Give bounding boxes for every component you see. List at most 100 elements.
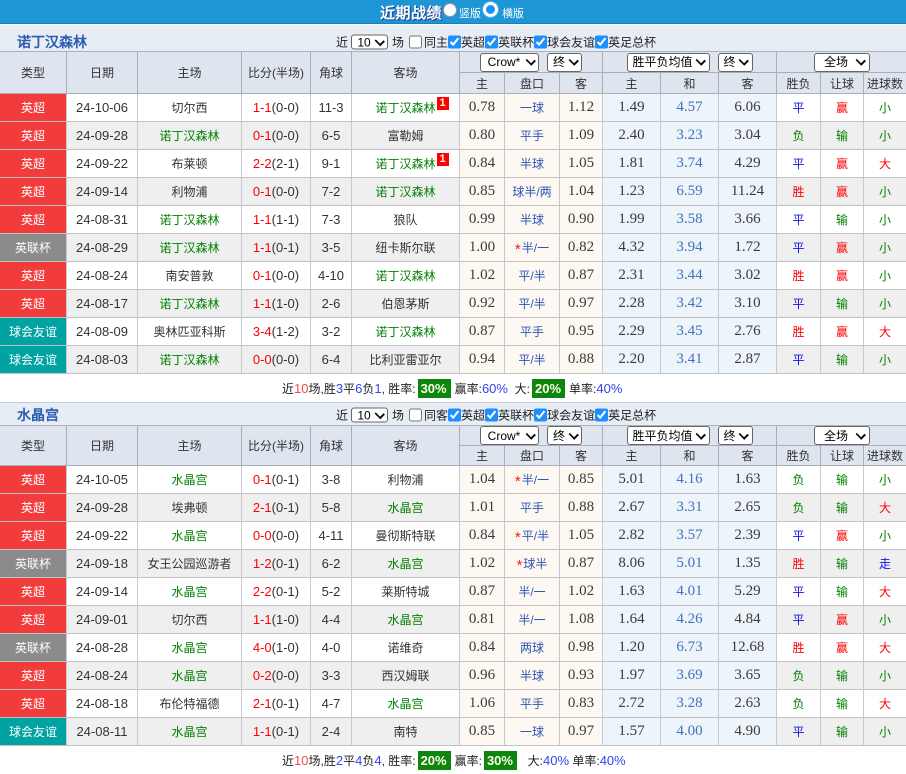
- home-team[interactable]: 诺丁汉森林: [138, 122, 242, 150]
- ah-home-odds: 1.06: [460, 690, 505, 718]
- league-badge: 球会友谊: [0, 318, 67, 346]
- period-select[interactable]: 全场: [813, 426, 870, 445]
- league-checkbox-球会友谊[interactable]: [534, 408, 548, 422]
- away-team[interactable]: 曼彻斯特联: [352, 522, 460, 550]
- league-checkbox-英足总杯[interactable]: [595, 408, 609, 422]
- avg-draw-odds: 3.45: [661, 318, 719, 346]
- score-fulltime: 2-2: [252, 584, 272, 599]
- match-count-select[interactable]: 10: [351, 34, 389, 50]
- bookmaker-select[interactable]: Crow*: [480, 426, 539, 445]
- red-card-count: 1: [436, 97, 449, 110]
- away-team[interactable]: 水晶宫: [352, 690, 460, 718]
- home-team[interactable]: 埃弗顿: [138, 494, 242, 522]
- team-name-wrap: 诺丁汉森林: [375, 267, 435, 284]
- away-team[interactable]: 水晶宫: [352, 550, 460, 578]
- away-team[interactable]: 南特: [352, 718, 460, 746]
- home-team[interactable]: 诺丁汉森林: [138, 290, 242, 318]
- away-team[interactable]: 西汉姆联: [352, 662, 460, 690]
- same-venue-checkbox[interactable]: [409, 408, 423, 422]
- match-score: 0-2(0-0): [242, 662, 311, 690]
- home-team[interactable]: 水晶宫: [138, 466, 242, 494]
- match-row: 英联杯 24-09-18 女王公园巡游者 1-2(0-1) 6-2 水晶宫 1.…: [0, 550, 906, 578]
- league-badge: 英超: [0, 290, 67, 318]
- away-team[interactable]: 莱斯特城: [352, 578, 460, 606]
- home-team[interactable]: 水晶宫: [138, 634, 242, 662]
- avg-home-odds: 2.29: [603, 318, 661, 346]
- home-team[interactable]: 布莱顿: [138, 150, 242, 178]
- team-name-wrap: 布伦特福德: [159, 695, 219, 712]
- away-team[interactable]: 水晶宫: [352, 606, 460, 634]
- home-team[interactable]: 切尔西: [138, 94, 242, 122]
- score-fulltime: 1-2: [252, 556, 272, 571]
- home-team[interactable]: 切尔西: [138, 606, 242, 634]
- team-name-wrap: 水晶宫: [171, 639, 207, 656]
- away-team[interactable]: 诺丁汉森林 1: [352, 150, 460, 178]
- ah-away-odds: 0.93: [560, 662, 603, 690]
- league-checkbox-英联杯[interactable]: [485, 408, 499, 422]
- ah-line-text: 平手: [519, 325, 544, 339]
- away-team[interactable]: 诺丁汉森林: [352, 178, 460, 206]
- layout-radio-horizontal[interactable]: [483, 2, 498, 17]
- home-team[interactable]: 诺丁汉森林: [138, 234, 242, 262]
- away-team[interactable]: 水晶宫: [352, 494, 460, 522]
- away-team[interactable]: 诺丁汉森林 1: [352, 94, 460, 122]
- avg-odds-select[interactable]: 胜平负均值: [626, 52, 710, 72]
- league-checkbox-英超[interactable]: [448, 408, 462, 422]
- match-count-select[interactable]: 10: [351, 407, 389, 423]
- result-wdl: 胜: [777, 262, 821, 290]
- away-team[interactable]: 富勒姆: [352, 122, 460, 150]
- home-team[interactable]: 水晶宫: [138, 718, 242, 746]
- home-team[interactable]: 奥林匹亚科斯: [138, 318, 242, 346]
- home-team[interactable]: 女王公园巡游者: [138, 550, 242, 578]
- away-team[interactable]: 纽卡斯尔联: [352, 234, 460, 262]
- home-team[interactable]: 诺丁汉森林: [138, 206, 242, 234]
- avg-home-odds: 1.64: [603, 606, 661, 634]
- home-team[interactable]: 利物浦: [138, 178, 242, 206]
- away-team[interactable]: 诺维奇: [352, 634, 460, 662]
- ah-line: 球半/两: [505, 178, 560, 206]
- avg-odds-select[interactable]: 胜平负均值: [626, 426, 710, 445]
- away-team[interactable]: 比利亚雷亚尔: [352, 346, 460, 374]
- match-date: 24-08-31: [67, 206, 138, 234]
- summary-text: 1: [374, 380, 382, 396]
- home-team[interactable]: 南安普敦: [138, 262, 242, 290]
- match-filters: 近 10 场 同主 英超 英联杯 球会友谊 英足总杯: [336, 34, 656, 51]
- result-wdl: 平: [777, 578, 821, 606]
- home-team[interactable]: 水晶宫: [138, 522, 242, 550]
- corners: 6-2: [311, 550, 352, 578]
- home-team[interactable]: 布伦特福德: [138, 690, 242, 718]
- avg-time-select[interactable]: 终: [717, 52, 753, 72]
- league-checkbox-英超[interactable]: [448, 35, 462, 49]
- home-team[interactable]: 水晶宫: [138, 662, 242, 690]
- away-team[interactable]: 伯恩茅斯: [352, 290, 460, 318]
- ah-line: *平/半: [505, 522, 560, 550]
- away-team[interactable]: 狼队: [352, 206, 460, 234]
- match-date: 24-08-18: [67, 690, 138, 718]
- away-team[interactable]: 诺丁汉森林: [352, 318, 460, 346]
- summary-text: 场,胜: [308, 753, 336, 768]
- league-checkbox-球会友谊[interactable]: [534, 35, 548, 49]
- odds-time-select[interactable]: 终: [547, 52, 582, 72]
- league-checkbox-英足总杯[interactable]: [595, 35, 609, 49]
- col-header-date: 日期: [67, 426, 138, 466]
- layout-radio-vertical[interactable]: [443, 3, 457, 17]
- bookmaker-select[interactable]: Crow*: [480, 52, 539, 72]
- team-name-text: 水晶宫: [387, 613, 424, 627]
- score-halftime: (1-2): [271, 324, 300, 339]
- odds-time-select[interactable]: 终: [547, 426, 582, 445]
- away-team[interactable]: 诺丁汉森林: [352, 262, 460, 290]
- league-filters: 英超 英联杯 球会友谊 英足总杯: [448, 407, 656, 424]
- score-halftime: (0-1): [271, 240, 300, 255]
- result-group-header: 全场: [777, 52, 906, 73]
- period-select[interactable]: 全场: [813, 52, 870, 72]
- ah-away-odds: 1.12: [560, 94, 603, 122]
- away-team[interactable]: 利物浦: [352, 466, 460, 494]
- team-name-wrap: 诺维奇: [387, 639, 423, 656]
- layout-radio-label: 横版: [502, 8, 524, 20]
- home-team[interactable]: 诺丁汉森林: [138, 346, 242, 374]
- league-checkbox-英联杯[interactable]: [485, 35, 499, 49]
- avg-time-select[interactable]: 终: [717, 426, 753, 445]
- team-name-wrap: 埃弗顿: [171, 499, 207, 516]
- home-team[interactable]: 水晶宫: [138, 578, 242, 606]
- same-venue-checkbox[interactable]: [409, 35, 423, 49]
